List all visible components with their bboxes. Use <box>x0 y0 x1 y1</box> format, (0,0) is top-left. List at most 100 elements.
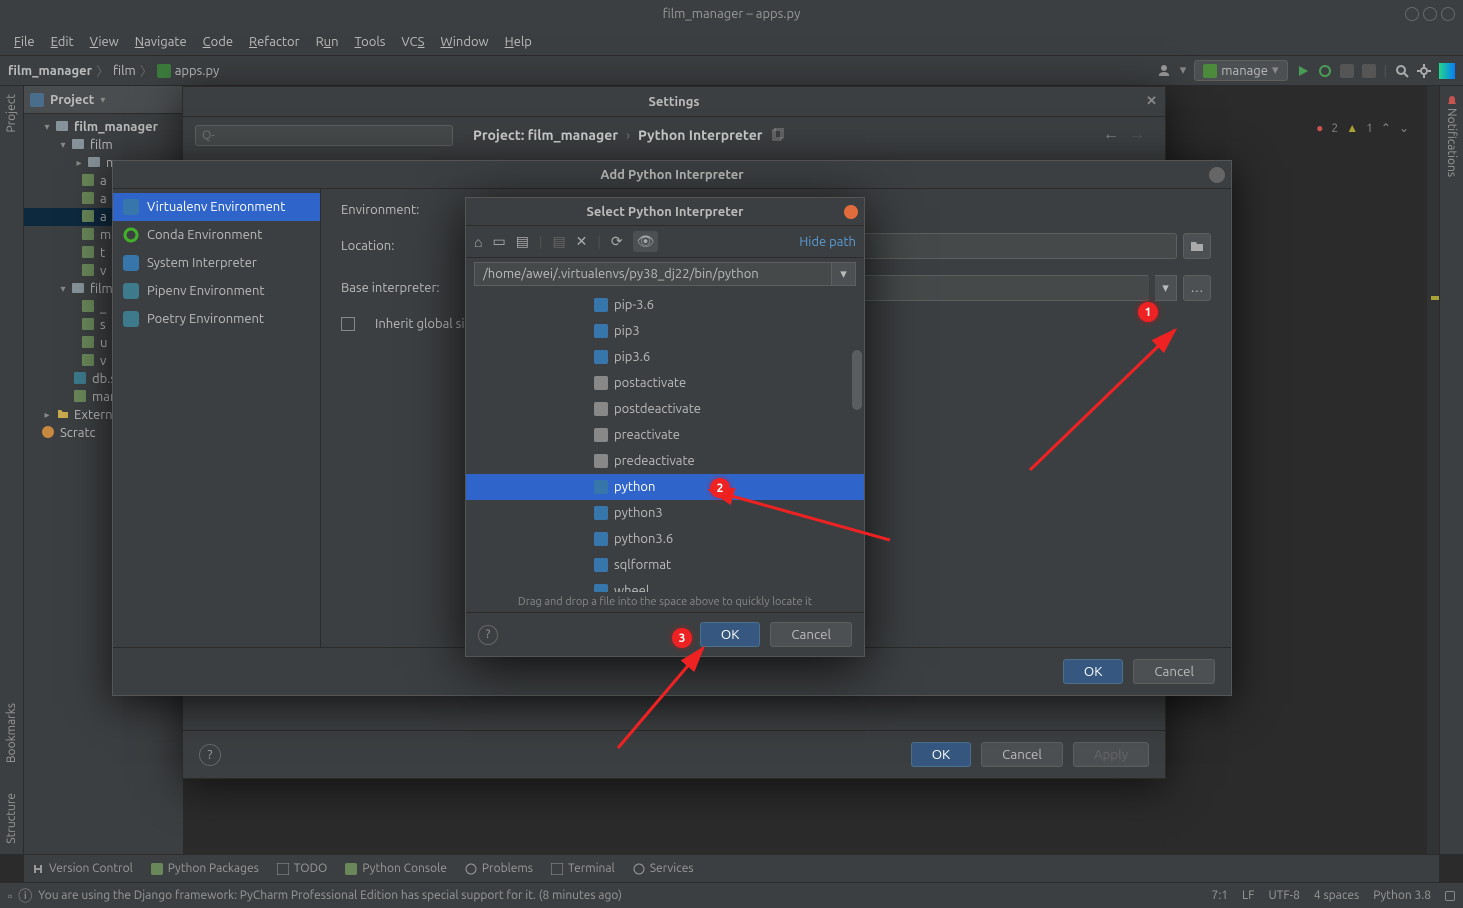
jetbrains-icon[interactable] <box>1439 63 1455 79</box>
bell-icon[interactable] <box>1445 94 1459 108</box>
menu-view[interactable]: View <box>84 33 125 51</box>
interpreter-info[interactable]: Python 3.8 <box>1373 889 1431 902</box>
file-item-preactivate[interactable]: preactivate <box>466 422 864 448</box>
virtualenv-option[interactable]: Virtualenv Environment <box>113 193 320 221</box>
file-item-pip-3.6[interactable]: pip-3.6 <box>466 292 864 318</box>
status-window-icon[interactable]: ▫ <box>8 889 12 903</box>
tree-film-dir[interactable]: ▾film <box>24 136 183 154</box>
menu-file[interactable]: File <box>8 33 41 51</box>
search-everywhere-icon[interactable] <box>1395 64 1409 78</box>
error-stripe[interactable] <box>1427 86 1439 854</box>
gutter-structure[interactable]: Structure <box>5 793 18 844</box>
select-cancel-button[interactable]: Cancel <box>770 622 852 647</box>
line-ending[interactable]: LF <box>1242 889 1254 902</box>
file-item-pip3[interactable]: pip3 <box>466 318 864 344</box>
settings-search-input[interactable] <box>195 125 453 146</box>
settings-cancel-button[interactable]: Cancel <box>981 742 1063 767</box>
breadcrumb-file[interactable]: apps.py <box>175 64 220 78</box>
status-message[interactable]: You are using the Django framework: PyCh… <box>38 889 622 902</box>
tab-terminal[interactable]: Terminal <box>551 862 615 875</box>
file-item-postdeactivate[interactable]: postdeactivate <box>466 396 864 422</box>
tab-problems[interactable]: Problems <box>465 862 533 875</box>
file-item-predeactivate[interactable]: predeactivate <box>466 448 864 474</box>
path-history-dropdown[interactable]: ▾ <box>832 262 856 286</box>
chevron-up-icon[interactable]: ⌃ <box>1381 121 1391 135</box>
tab-python-console[interactable]: Python Console <box>345 862 447 875</box>
tab-python-packages[interactable]: Python Packages <box>151 862 259 875</box>
add-interp-cancel-button[interactable]: Cancel <box>1133 659 1215 684</box>
debug-icon[interactable] <box>1318 64 1332 78</box>
profile-icon[interactable] <box>1362 64 1376 78</box>
path-input[interactable] <box>474 262 832 286</box>
encoding[interactable]: UTF-8 <box>1268 889 1299 902</box>
add-interp-ok-button[interactable]: OK <box>1063 659 1123 684</box>
status-info-icon[interactable]: ⓘ <box>18 886 32 906</box>
tab-todo[interactable]: TODO <box>277 862 328 875</box>
gutter-project[interactable]: Project <box>5 94 18 133</box>
file-list[interactable]: pip-3.6pip3pip3.6postactivatepostdeactiv… <box>466 290 864 592</box>
menu-run[interactable]: Run <box>310 33 345 51</box>
back-arrow-icon[interactable]: ← <box>1103 125 1119 144</box>
indent-info[interactable]: 4 spaces <box>1314 889 1359 902</box>
settings-icon[interactable] <box>1417 64 1431 78</box>
delete-icon[interactable]: ✕ <box>576 233 588 250</box>
project-view-dropdown[interactable]: ▾ <box>100 94 105 106</box>
settings-ok-button[interactable]: OK <box>911 742 971 767</box>
tab-services[interactable]: Services <box>633 862 694 875</box>
menu-code[interactable]: Code <box>197 33 239 51</box>
file-item-python[interactable]: python <box>466 474 864 500</box>
select-ok-button[interactable]: OK <box>700 622 760 647</box>
home-icon[interactable]: ⌂ <box>474 234 482 250</box>
user-icon[interactable] <box>1156 63 1172 79</box>
maximize-button[interactable] <box>1423 7 1437 21</box>
menu-refactor[interactable]: Refactor <box>243 33 306 51</box>
inherit-checkbox[interactable] <box>341 317 355 331</box>
copy-icon[interactable] <box>771 128 785 142</box>
menu-edit[interactable]: Edit <box>45 33 80 51</box>
conda-option[interactable]: Conda Environment <box>113 221 320 249</box>
menu-navigate[interactable]: Navigate <box>129 33 193 51</box>
poetry-option[interactable]: Poetry Environment <box>113 305 320 333</box>
chevron-down-icon[interactable]: ⌄ <box>1399 121 1409 135</box>
tree-root[interactable]: ▾film_manager <box>24 118 183 136</box>
system-option[interactable]: System Interpreter <box>113 249 320 277</box>
breadcrumb-root[interactable]: film_manager <box>8 64 92 78</box>
run-icon[interactable] <box>1296 64 1310 78</box>
project-folder-icon[interactable]: ▤ <box>516 233 529 250</box>
base-interpreter-browse-button[interactable]: … <box>1183 275 1211 301</box>
file-item-pip3.6[interactable]: pip3.6 <box>466 344 864 370</box>
gutter-bookmarks[interactable]: Bookmarks <box>5 703 18 763</box>
desktop-icon[interactable]: ▭ <box>492 233 505 250</box>
file-item-python3.6[interactable]: python3.6 <box>466 526 864 552</box>
close-icon[interactable] <box>844 205 858 219</box>
help-button[interactable]: ? <box>478 625 498 645</box>
base-interpreter-dropdown[interactable]: ▾ <box>1155 275 1177 301</box>
inspection-widget[interactable]: ●2 ▲1 ⌃ ⌄ <box>1316 121 1409 135</box>
lock-icon[interactable] <box>1445 891 1455 901</box>
gutter-notifications[interactable]: Notifications <box>1445 108 1458 177</box>
menu-tools[interactable]: Tools <box>349 33 392 51</box>
scrollbar[interactable] <box>852 350 862 410</box>
file-item-sqlformat[interactable]: sqlformat <box>466 552 864 578</box>
menu-vcs[interactable]: VCS <box>395 33 430 51</box>
warning-marker[interactable] <box>1431 296 1439 300</box>
tab-version-control[interactable]: Version Control <box>32 862 133 875</box>
show-hidden-icon[interactable]: 👁 <box>633 231 659 252</box>
help-button[interactable]: ? <box>199 744 221 766</box>
menu-window[interactable]: Window <box>434 33 494 51</box>
file-item-wheel[interactable]: wheel <box>466 578 864 592</box>
close-icon[interactable] <box>1209 167 1225 183</box>
pipenv-option[interactable]: Pipenv Environment <box>113 277 320 305</box>
hide-path-link[interactable]: Hide path <box>799 235 856 249</box>
close-icon[interactable]: ✕ <box>1146 94 1157 109</box>
menu-help[interactable]: Help <box>499 33 538 51</box>
refresh-icon[interactable]: ⟳ <box>611 233 623 250</box>
run-config-dropdown[interactable]: manage ▾ <box>1194 60 1287 81</box>
close-window-button[interactable] <box>1441 7 1455 21</box>
location-browse-button[interactable] <box>1183 233 1211 259</box>
file-item-python3[interactable]: python3 <box>466 500 864 526</box>
coverage-icon[interactable] <box>1340 64 1354 78</box>
file-item-postactivate[interactable]: postactivate <box>466 370 864 396</box>
cursor-position[interactable]: 7:1 <box>1212 889 1229 902</box>
minimize-button[interactable] <box>1405 7 1419 21</box>
